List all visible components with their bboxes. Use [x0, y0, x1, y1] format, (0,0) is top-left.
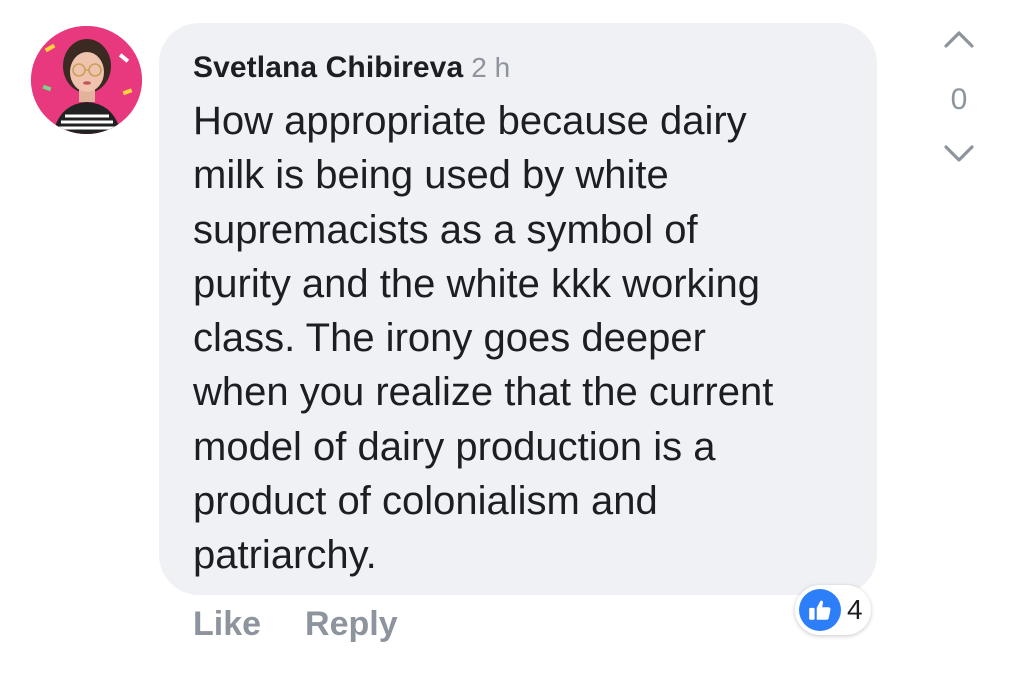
reaction-count: 4 [847, 594, 863, 625]
reply-button[interactable]: Reply [305, 605, 398, 643]
author-name[interactable]: Svetlana Chibireva [193, 51, 463, 84]
avatar-image [31, 26, 142, 134]
comment-header: Svetlana Chibireva 2 h [193, 50, 510, 86]
reaction-summary[interactable]: 4 [795, 585, 871, 635]
upvote-button[interactable] [934, 28, 984, 50]
chevron-up-icon [944, 31, 974, 48]
thumbs-up-icon [799, 589, 841, 631]
comment-text: How appropriate because dairy milk is be… [193, 99, 774, 578]
vote-count: 0 [950, 83, 968, 116]
comment-screen: Svetlana Chibireva 2 h How appropriate be… [0, 0, 1024, 673]
like-button[interactable]: Like [193, 605, 261, 643]
timestamp[interactable]: 2 h [471, 52, 510, 83]
avatar[interactable] [31, 26, 142, 134]
downvote-button[interactable] [934, 142, 984, 164]
comment-actions: Like Reply [193, 604, 398, 644]
chevron-down-icon [944, 145, 974, 162]
